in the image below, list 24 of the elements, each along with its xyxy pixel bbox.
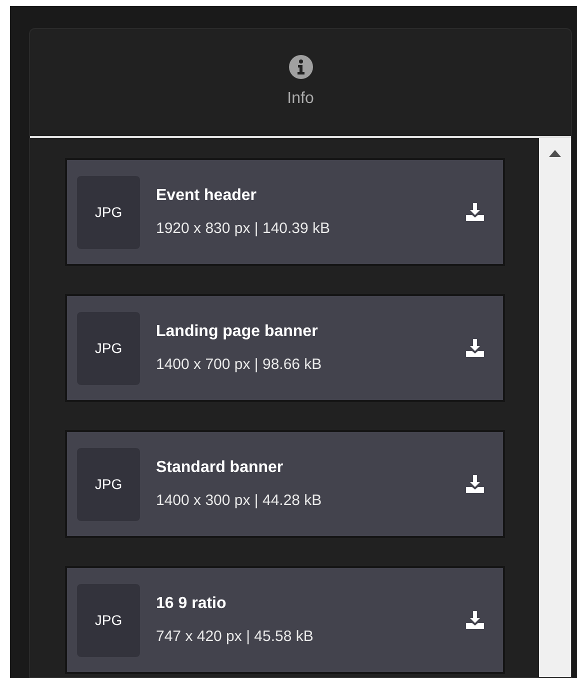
download-button[interactable] bbox=[465, 474, 485, 494]
file-details: 1400 x 700 px | 98.66 kB bbox=[156, 354, 323, 375]
file-type-thumbnail: JPG bbox=[77, 312, 140, 384]
scroll-up-arrow-icon[interactable] bbox=[549, 150, 561, 157]
file-title: Event header bbox=[156, 186, 258, 206]
download-icon bbox=[466, 339, 484, 357]
file-title: 16 9 ratio bbox=[156, 594, 228, 614]
file-title: Landing page banner bbox=[156, 322, 319, 342]
download-button[interactable] bbox=[465, 610, 485, 630]
file-details: 1920 x 830 px | 140.39 kB bbox=[156, 218, 332, 239]
file-type-thumbnail: JPG bbox=[77, 584, 140, 656]
file-type-thumbnail: JPG bbox=[77, 176, 140, 248]
download-button[interactable] bbox=[465, 338, 485, 358]
file-details: 1400 x 300 px | 44.28 kB bbox=[156, 490, 323, 511]
info-tab[interactable]: Info bbox=[30, 29, 571, 136]
download-icon bbox=[466, 203, 484, 221]
download-icon bbox=[466, 475, 484, 493]
download-icon bbox=[466, 611, 484, 629]
info-icon bbox=[288, 54, 312, 78]
file-details: 747 x 420 px | 45.58 kB bbox=[156, 626, 314, 647]
file-title: Standard banner bbox=[156, 458, 284, 478]
download-button[interactable] bbox=[465, 202, 485, 222]
scrollbar[interactable] bbox=[539, 138, 571, 677]
file-type-thumbnail: JPG bbox=[77, 448, 140, 520]
